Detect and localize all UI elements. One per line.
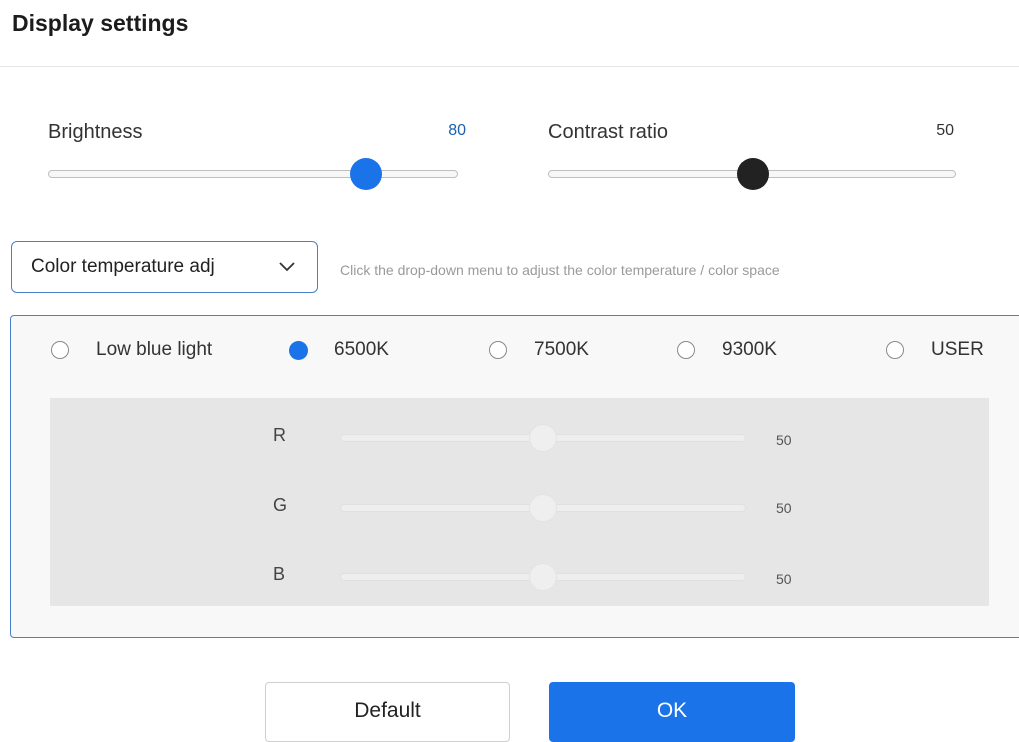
dropdown-hint: Click the drop-down menu to adjust the c… — [340, 262, 780, 278]
radio-selected-icon — [289, 341, 308, 360]
page-title: Display settings — [12, 10, 189, 36]
color-mode-dropdown[interactable]: Color temperature adj — [11, 241, 318, 293]
b-value: 50 — [776, 571, 792, 587]
brightness-slider-thumb[interactable] — [350, 158, 382, 190]
chevron-down-icon — [279, 262, 295, 272]
brightness-value: 80 — [448, 122, 466, 139]
g-label: G — [273, 495, 288, 515]
r-slider-thumb[interactable] — [529, 424, 557, 452]
brightness-label: Brightness — [48, 121, 143, 143]
radio-label: 6500K — [334, 339, 389, 360]
radio-label: Low blue light — [96, 339, 213, 360]
radio-circle-icon — [51, 341, 69, 359]
radio-label: 7500K — [534, 339, 589, 360]
b-slider-thumb[interactable] — [529, 563, 557, 591]
b-label: B — [273, 564, 286, 584]
header-divider — [0, 66, 1019, 67]
g-slider-thumb[interactable] — [529, 494, 557, 522]
color-mode-selected: Color temperature adj — [31, 256, 215, 277]
r-value: 50 — [776, 432, 792, 448]
contrast-slider-thumb[interactable] — [737, 158, 769, 190]
default-button[interactable]: Default — [265, 682, 510, 742]
radio-circle-icon — [677, 341, 695, 359]
contrast-label: Contrast ratio — [548, 121, 669, 143]
radio-circle-icon — [886, 341, 904, 359]
radio-label: 9300K — [722, 339, 777, 360]
g-value: 50 — [776, 500, 792, 516]
contrast-value: 50 — [936, 122, 954, 139]
ok-button[interactable]: OK — [549, 682, 795, 742]
radio-label: USER — [931, 339, 984, 360]
radio-circle-icon — [489, 341, 507, 359]
r-label: R — [273, 425, 286, 445]
brightness-slider-track[interactable] — [48, 170, 458, 178]
